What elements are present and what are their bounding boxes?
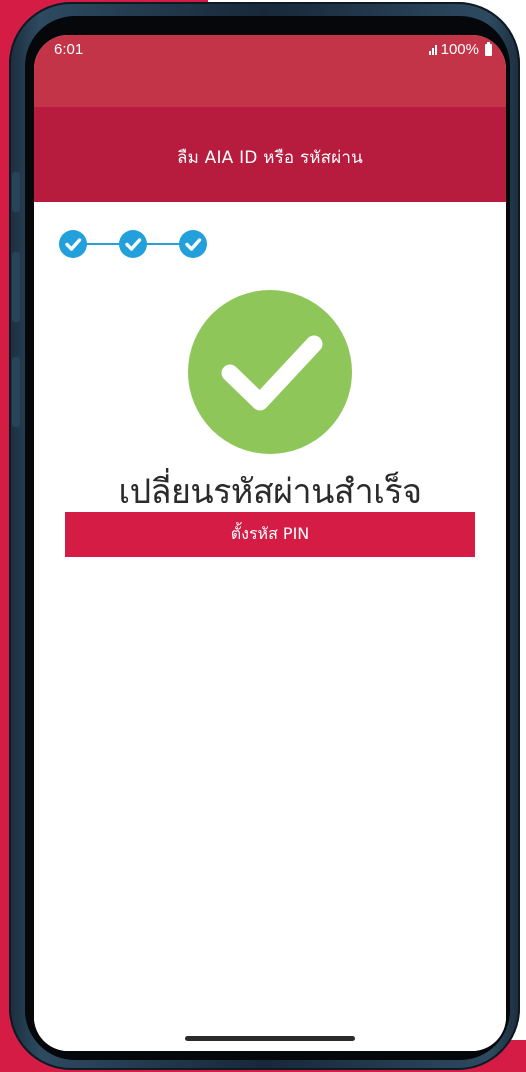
status-time: 6:01	[54, 41, 84, 58]
check-icon	[125, 238, 142, 251]
check-icon	[65, 238, 82, 251]
set-pin-button-label: ตั้งรหัส PIN	[230, 524, 310, 543]
step-3-complete	[179, 230, 207, 258]
step-2-complete	[119, 230, 147, 258]
progress-stepper	[59, 230, 219, 258]
status-bar: 6:01 100%	[34, 35, 506, 107]
home-indicator[interactable]	[185, 1036, 355, 1041]
side-button	[12, 172, 20, 212]
stepper-connector	[145, 243, 181, 245]
signal-bars-icon	[428, 44, 437, 55]
page-title: ลืม AIA ID หรือ รหัสผ่าน	[176, 148, 363, 168]
volume-up-button	[12, 252, 20, 322]
set-pin-button[interactable]: ตั้งรหัส PIN	[65, 512, 475, 557]
battery-percentage: 100%	[440, 41, 479, 58]
phone-screen: 6:01 100% ลืม AIA ID หรือ รหัสผ่าน เปลี่…	[34, 35, 506, 1051]
status-indicators: 100%	[428, 41, 492, 58]
success-check-icon	[188, 290, 352, 454]
success-message: เปลี่ยนรหัสผ่านสำเร็จ	[118, 472, 422, 512]
battery-icon	[485, 41, 492, 56]
app-header: ลืม AIA ID หรือ รหัสผ่าน	[34, 107, 506, 202]
check-icon	[185, 238, 202, 251]
volume-down-button	[12, 357, 20, 427]
stepper-connector	[85, 243, 121, 245]
main-content: เปลี่ยนรหัสผ่านสำเร็จ ตั้งรหัส PIN	[34, 202, 506, 1051]
step-1-complete	[59, 230, 87, 258]
